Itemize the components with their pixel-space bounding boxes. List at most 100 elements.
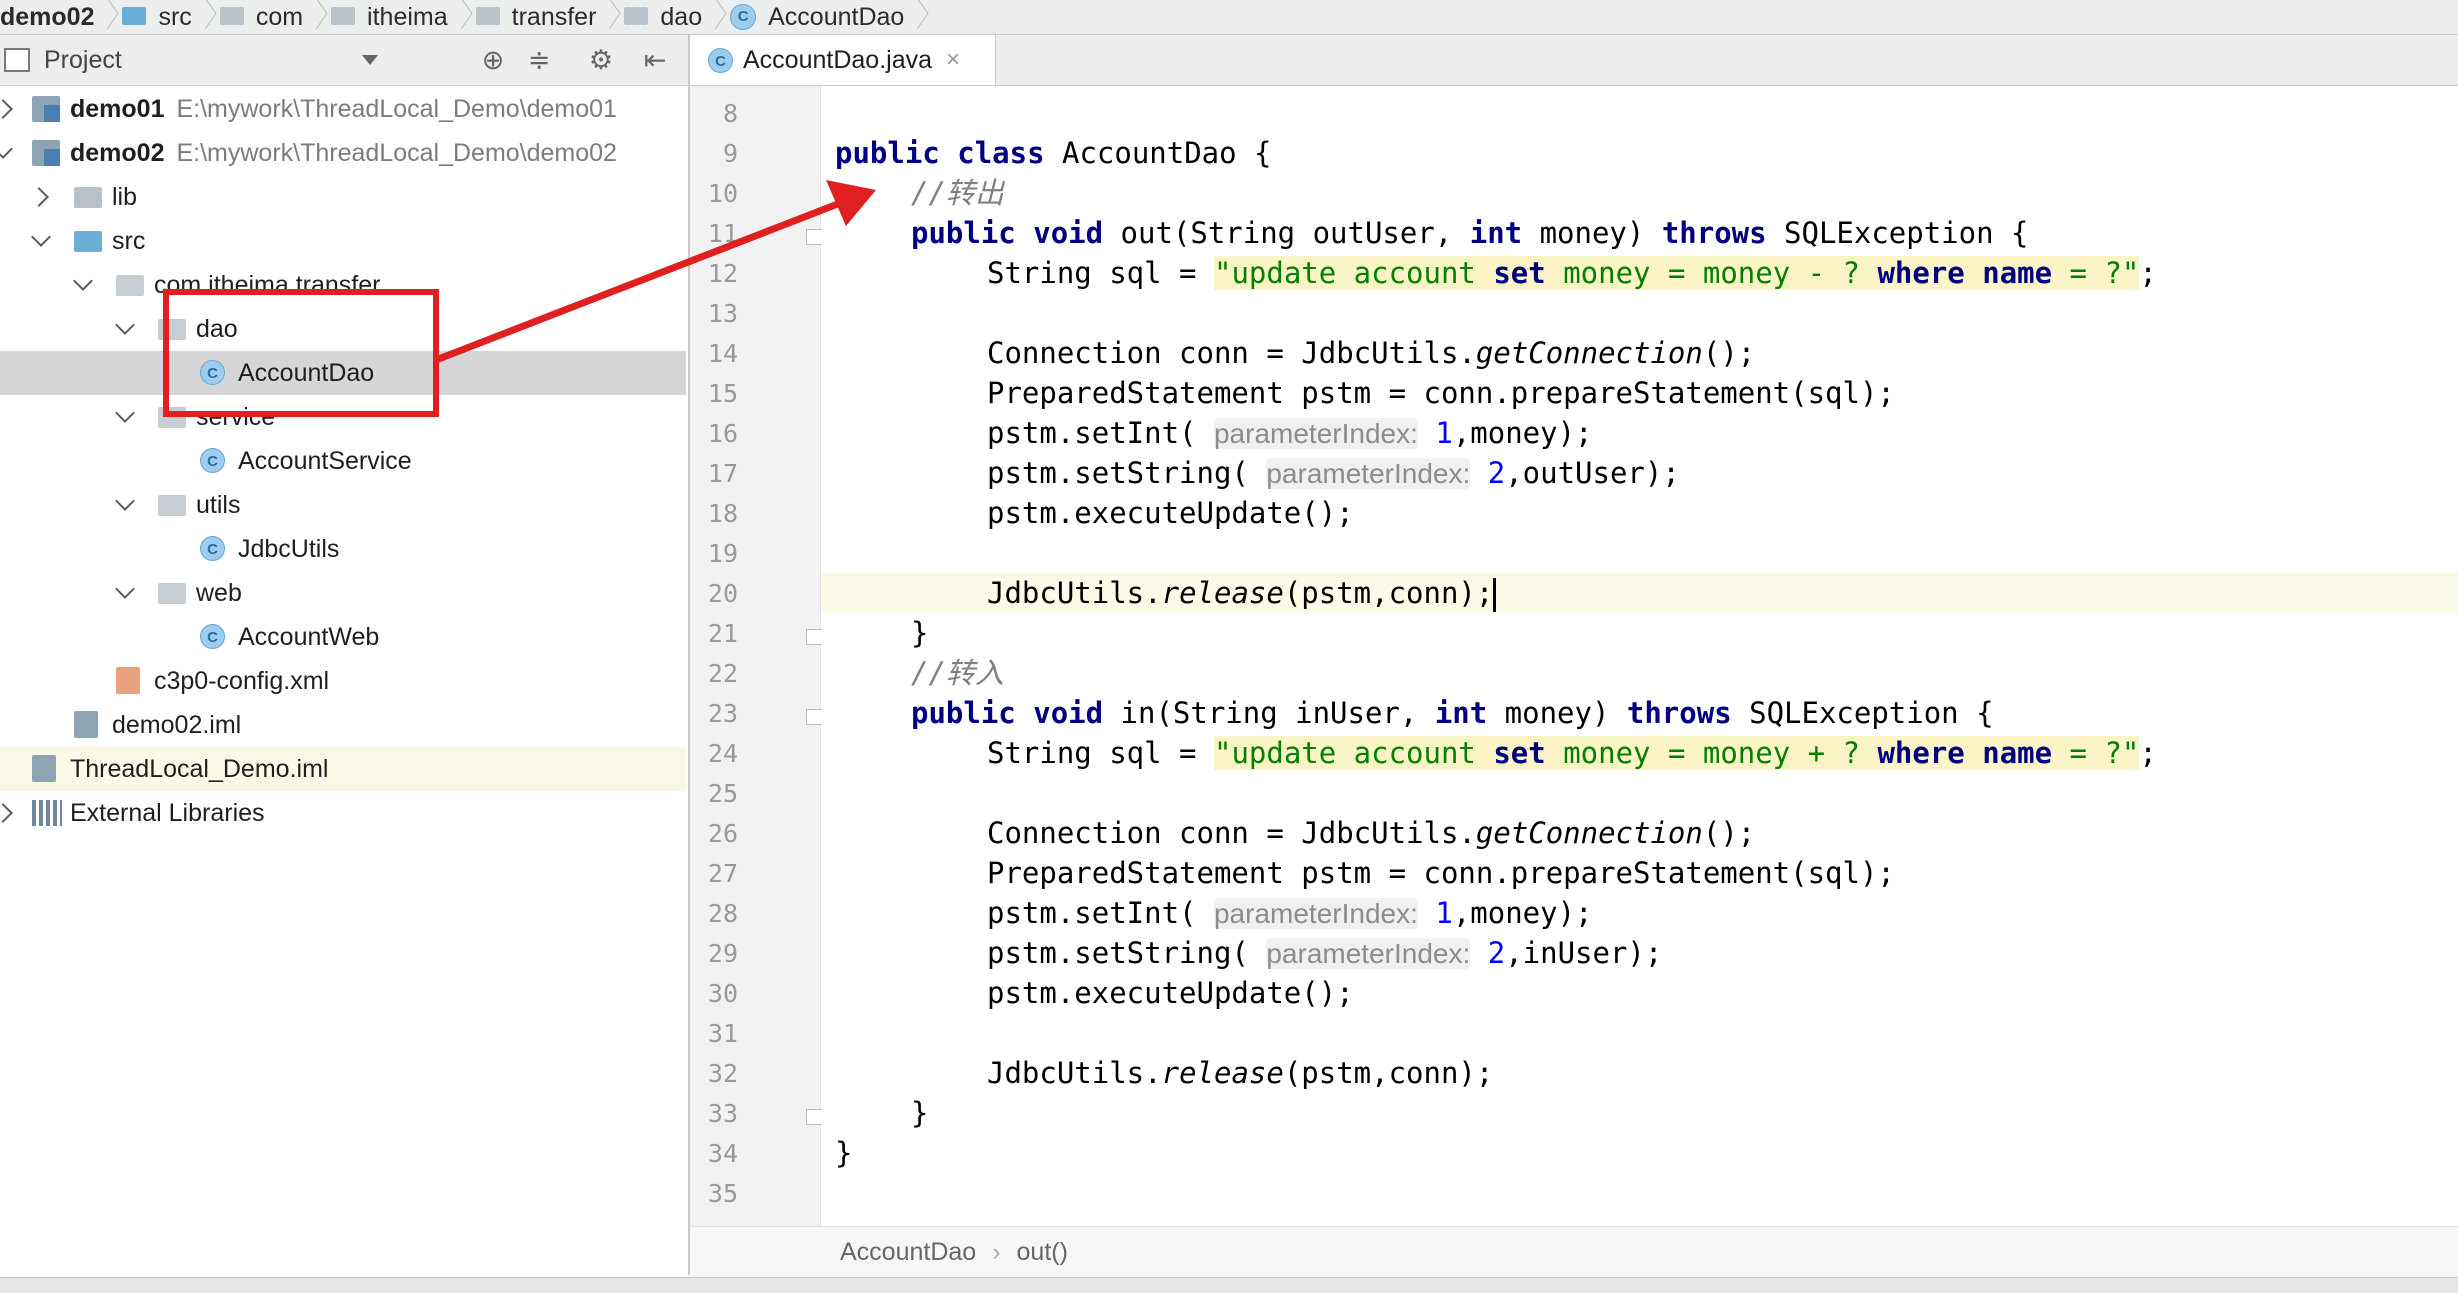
breadcrumb-demo02[interactable]: demo02 (0, 0, 98, 34)
chevron-right-icon[interactable] (0, 803, 13, 823)
dropdown-arrow-icon[interactable] (362, 55, 378, 65)
line-number: 25 (707, 779, 738, 808)
code-text: JdbcUtils.release(pstm,conn); (987, 1056, 1494, 1090)
tree-item-label: utils (196, 490, 241, 519)
source-folder-icon (74, 231, 102, 252)
tree-item-threadlocal-demo-iml[interactable]: ThreadLocal_Demo.iml (0, 747, 686, 791)
line-number: 32 (707, 1059, 738, 1088)
chevron-down-icon[interactable] (31, 227, 51, 247)
gear-icon[interactable]: ⚙ (586, 45, 616, 75)
chevron-down-icon[interactable] (115, 579, 135, 599)
fold-marker-icon[interactable] (806, 629, 822, 645)
code-editor[interactable]: public class AccountDao { //转出 public vo… (821, 86, 2458, 1226)
tree-item-src[interactable]: src (0, 219, 686, 263)
tab-accountdao-java[interactable]: C AccountDao.java × (690, 35, 996, 85)
line-number: 19 (707, 539, 738, 568)
breadcrumb-dao[interactable]: dao (616, 0, 706, 34)
code-text: String sql = (987, 736, 1214, 770)
tree-item-accountservice[interactable]: C AccountService (0, 439, 686, 483)
chevron-down-icon[interactable] (115, 491, 135, 511)
locate-icon[interactable]: ⊕ (478, 45, 508, 75)
fold-marker-icon[interactable] (806, 709, 822, 725)
breadcrumb-com[interactable]: com (212, 0, 307, 34)
code-line-11: public void out(String outUser, int mone… (911, 213, 2458, 253)
module-icon (32, 140, 60, 166)
code-line-29: pstm.setString( parameterIndex: 2,inUser… (987, 933, 2458, 973)
tree-item-label: c3p0-config.xml (154, 666, 330, 695)
chevron-right-icon: › (992, 1237, 1001, 1266)
code-line-22: //转入 (911, 653, 2458, 693)
iml-file-icon (32, 755, 56, 782)
tree-item-lib[interactable]: lib (0, 175, 686, 219)
tree-item-web[interactable]: web (0, 571, 686, 615)
line-number: 26 (707, 819, 738, 848)
class-icon: C (200, 360, 225, 385)
tree-item-service[interactable]: service (0, 395, 686, 439)
chevron-right-icon (458, 0, 468, 34)
chevron-down-icon[interactable] (115, 315, 135, 335)
tree-item-label: External Libraries (70, 798, 265, 827)
package-icon (116, 275, 144, 296)
code-line-18: pstm.executeUpdate(); (987, 493, 2458, 533)
chevron-down-icon[interactable] (73, 271, 93, 291)
code-line-20: JdbcUtils.release(pstm,conn); (821, 573, 2458, 613)
tree-item-c3p0-config[interactable]: c3p0-config.xml (0, 659, 686, 703)
tree-item-demo01[interactable]: demo01 E:\mywork\ThreadLocal_Demo\demo01 (0, 87, 686, 131)
tree-item-jdbcutils[interactable]: C JdbcUtils (0, 527, 686, 571)
code-number: 1 (1435, 416, 1453, 450)
breadcrumb-accountdao[interactable]: C AccountDao (722, 0, 908, 34)
breadcrumb-src[interactable]: src (114, 0, 195, 34)
hide-panel-icon[interactable]: ⇤ (640, 45, 670, 75)
line-number: 23 (707, 699, 738, 728)
code-text: pstm.executeUpdate(); (987, 496, 1354, 530)
breadcrumb-label: com (255, 2, 304, 31)
status-strip (0, 1277, 2458, 1293)
tree-item-package[interactable]: com.itheima.transfer (0, 263, 686, 307)
code-sql-string: "update account set money = money - ? wh… (1213, 256, 2140, 290)
close-icon[interactable]: × (946, 46, 960, 74)
package-icon (158, 407, 186, 428)
line-number: 15 (707, 379, 738, 408)
tree-item-dao[interactable]: dao (0, 307, 686, 351)
breadcrumb-itheima[interactable]: itheima (323, 0, 452, 34)
iml-file-icon (74, 711, 98, 738)
code-text: Connection conn = JdbcUtils.getConnectio… (987, 816, 1756, 850)
chevron-down-icon[interactable] (0, 139, 13, 159)
parameter-hint: parameterIndex: (1266, 458, 1471, 489)
breadcrumb-transfer[interactable]: transfer (468, 0, 601, 34)
chevron-right-icon (313, 0, 323, 34)
line-number: 8 (722, 99, 738, 128)
tree-item-label: dao (196, 314, 238, 343)
code-text: pstm.executeUpdate(); (987, 976, 1354, 1010)
code-line-30: pstm.executeUpdate(); (987, 973, 2458, 1013)
code-text: } (911, 1096, 929, 1130)
fold-marker-icon[interactable] (806, 229, 822, 245)
chevron-down-icon[interactable] (115, 403, 135, 423)
tree-item-accountdao[interactable]: C AccountDao (0, 351, 686, 395)
line-number: 17 (707, 459, 738, 488)
tree-item-label: web (196, 578, 242, 607)
chevron-right-icon[interactable] (0, 99, 13, 119)
tree-item-external-libraries[interactable]: External Libraries (0, 791, 686, 835)
line-number-gutter: 8 9 10 11 12 13 14 15 16 17 18 19 20 21 … (690, 86, 822, 1226)
code-sql-string: "update account set money = money + ? wh… (1213, 736, 2140, 770)
code-line-34: } (835, 1133, 2458, 1173)
collapse-all-icon[interactable]: ≑ (524, 45, 554, 75)
tree-item-label: demo02.iml (112, 710, 242, 739)
breadcrumb-class[interactable]: AccountDao (840, 1238, 976, 1267)
line-number: 12 (707, 259, 738, 288)
tree-item-demo02-iml[interactable]: demo02.iml (0, 703, 686, 747)
tree-item-demo02[interactable]: demo02 E:\mywork\ThreadLocal_Demo\demo02 (0, 131, 686, 175)
breadcrumb-method[interactable]: out() (1017, 1238, 1068, 1267)
package-icon (158, 495, 186, 516)
class-icon: C (200, 536, 225, 561)
tree-item-utils[interactable]: utils (0, 483, 686, 527)
tree-item-accountweb[interactable]: C AccountWeb (0, 615, 686, 659)
code-text: ; (2139, 256, 2157, 290)
project-view-selector[interactable]: Project (44, 46, 122, 75)
library-icon (32, 800, 62, 826)
fold-marker-icon[interactable] (806, 1109, 822, 1125)
chevron-right-icon[interactable] (29, 187, 49, 207)
breadcrumb-label: itheima (367, 2, 448, 31)
code-text: ,money); (1452, 416, 1593, 450)
